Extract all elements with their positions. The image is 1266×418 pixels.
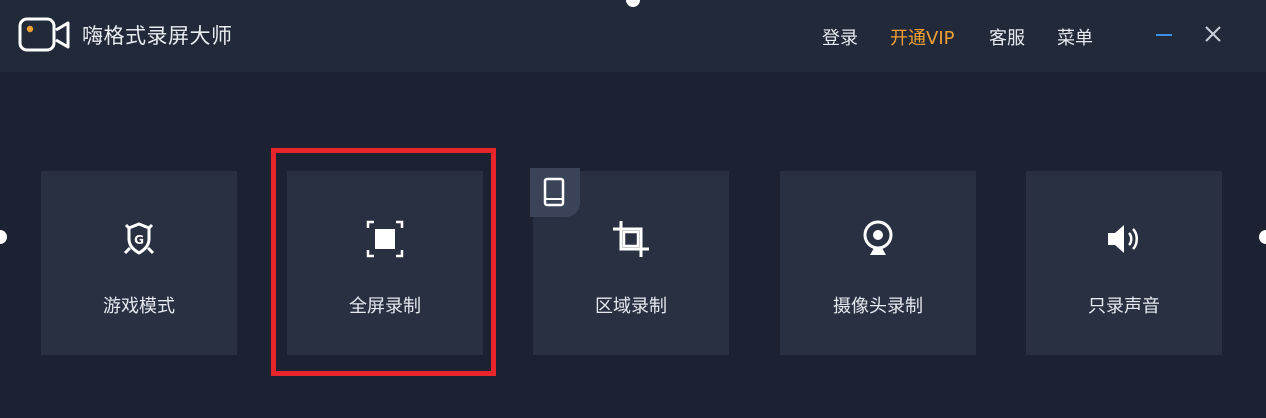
game-mode-card[interactable]: G 游戏模式: [41, 171, 237, 355]
tablet-icon: [543, 177, 565, 207]
minimize-icon[interactable]: [1152, 22, 1176, 46]
tablet-badge: [530, 168, 580, 217]
crop-icon: [613, 221, 649, 257]
audio-record-card[interactable]: 只录声音: [1026, 171, 1222, 355]
close-icon[interactable]: [1201, 22, 1225, 46]
webcam-icon: [863, 220, 893, 255]
mode-label: 摄像头录制: [833, 296, 923, 317]
game-shield-icon: G: [123, 222, 155, 255]
mode-label: 游戏模式: [103, 296, 175, 317]
camera-icon: [18, 17, 70, 52]
svg-text:G: G: [134, 233, 144, 247]
vip-link[interactable]: 开通VIP: [890, 24, 954, 50]
webcam-record-card[interactable]: 摄像头录制: [780, 171, 976, 355]
customer-service-link[interactable]: 客服: [989, 24, 1025, 50]
login-link[interactable]: 登录: [822, 24, 858, 50]
mode-label: 全屏录制: [349, 296, 421, 317]
menu-link[interactable]: 菜单: [1057, 24, 1093, 50]
mode-label: 只录声音: [1088, 296, 1160, 317]
resize-handle-left[interactable]: [0, 230, 7, 244]
mode-label: 区域录制: [595, 296, 667, 317]
fullscreen-record-card[interactable]: 全屏录制: [287, 171, 483, 355]
speaker-icon: [1108, 225, 1138, 253]
app-title: 嗨格式录屏大师: [82, 24, 233, 48]
title-bar: 嗨格式录屏大师 登录 开通VIP 客服 菜单: [0, 0, 1266, 72]
resize-handle-right[interactable]: [1259, 230, 1266, 244]
fullscreen-icon: [366, 220, 404, 258]
